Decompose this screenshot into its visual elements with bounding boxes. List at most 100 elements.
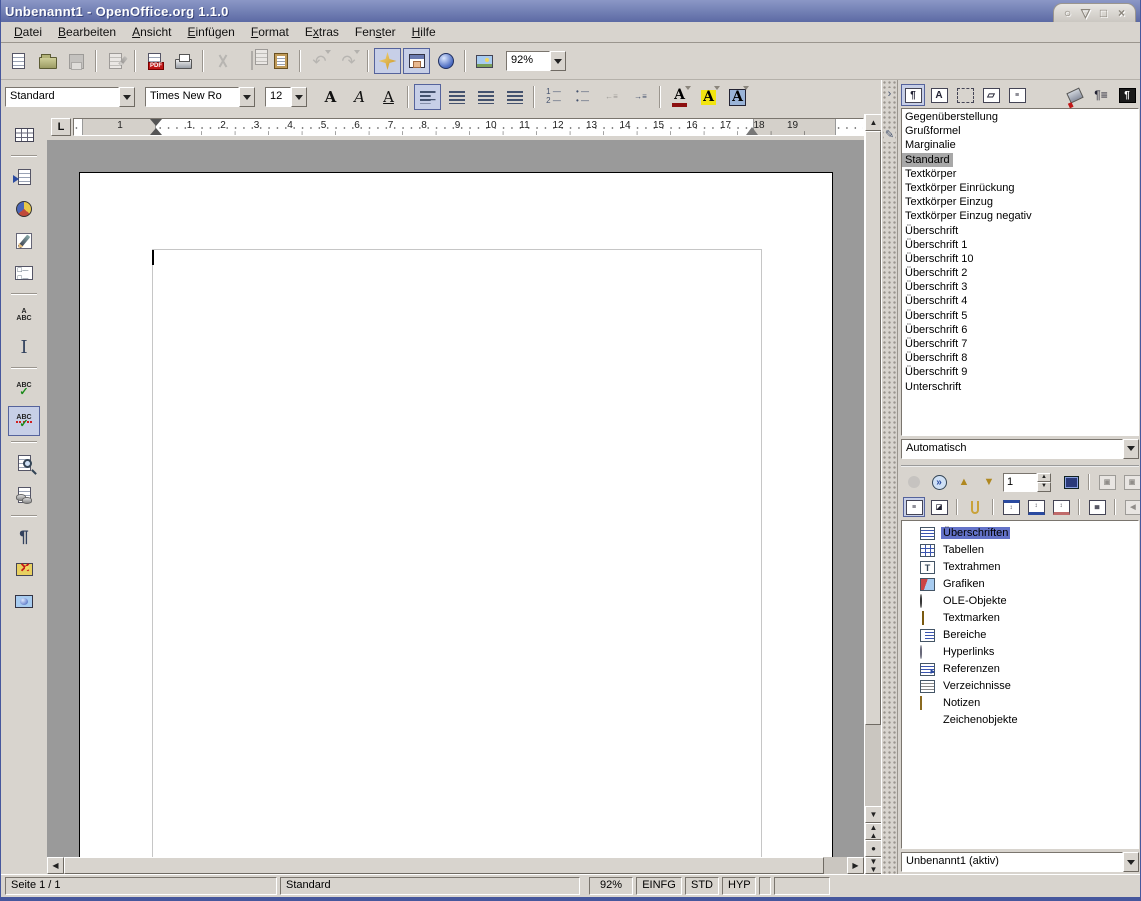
style-item[interactable]: Textkörper Einzug negativ — [902, 209, 1138, 223]
style-filter-dropdown-button[interactable] — [1123, 439, 1139, 459]
online-layout-button[interactable] — [8, 586, 40, 616]
font-name-value[interactable]: Times New Ro — [145, 87, 239, 107]
window-menu-icon[interactable]: ○ — [1060, 6, 1075, 21]
menu-format[interactable]: Format — [244, 23, 296, 41]
toggle-master-view-button[interactable] — [903, 472, 925, 492]
outline-level-button[interactable]: ≣ — [1086, 497, 1108, 517]
align-center-button[interactable] — [443, 84, 470, 110]
nav-item-notes[interactable]: Notizen — [920, 695, 1138, 712]
back-button[interactable]: ▲ — [953, 472, 975, 492]
hide-panel-icon[interactable]: › — [887, 88, 893, 101]
style-item[interactable]: Unterschrift — [902, 380, 1138, 394]
forward-button[interactable]: ▼ — [978, 472, 1000, 492]
nav-item-headings[interactable]: Überschriften — [920, 525, 1138, 542]
status-insert-mode[interactable]: EINFG — [636, 877, 682, 895]
cut-button[interactable] — [209, 48, 236, 74]
increase-indent-button[interactable]: →≡ — [627, 84, 654, 110]
style-item[interactable]: Überschrift 3 — [902, 280, 1138, 294]
font-size-dropdown-button[interactable] — [291, 87, 307, 107]
navigation-dot-button[interactable]: ● — [865, 840, 882, 857]
content-view-button[interactable]: ≡ — [903, 497, 925, 517]
style-item-selected[interactable]: Standard — [902, 153, 953, 167]
next-page-button[interactable]: ▼▼ — [865, 857, 882, 874]
navigator-document-dropdown-button[interactable] — [1123, 852, 1139, 872]
vertical-scrollbar[interactable]: ▲ ▼ ▲▲ ● ▼▼ — [864, 114, 881, 874]
left-indent-marker[interactable] — [150, 128, 162, 135]
highlight-button[interactable]: A — [695, 84, 722, 110]
style-item[interactable]: Überschrift 9 — [902, 365, 1138, 379]
gallery-button[interactable] — [432, 48, 459, 74]
frame-styles-button[interactable] — [953, 84, 977, 106]
status-selection-mode[interactable]: STD — [685, 877, 719, 895]
style-item[interactable]: Überschrift 5 — [902, 309, 1138, 323]
horizontal-ruler[interactable]: 1 1⊥2⊥3⊥4⊥5⊥6⊥7⊥8⊥9⊥10⊥11⊥12⊥13⊥14⊥15⊥16… — [73, 118, 864, 136]
style-item[interactable]: Textkörper Einrückung — [902, 181, 1138, 195]
status-zoom[interactable]: 92% — [589, 877, 633, 895]
style-dropdown-button[interactable] — [119, 87, 135, 107]
find-button[interactable] — [8, 448, 40, 478]
menu-ansicht[interactable]: Ansicht — [125, 23, 178, 41]
document-page[interactable] — [79, 172, 833, 857]
status-style[interactable]: Standard — [280, 877, 580, 895]
scroll-up-icon[interactable]: ▲ — [865, 114, 882, 131]
page-styles-button[interactable]: ▱ — [979, 84, 1003, 106]
set-reminder-button[interactable] — [964, 497, 986, 517]
style-item[interactable]: Grußformel — [902, 124, 1138, 138]
menu-bearbeiten[interactable]: Bearbeiten — [51, 23, 123, 41]
style-item[interactable]: Marginalie — [902, 138, 1138, 152]
numbering-styles-button[interactable]: ≡ — [1005, 84, 1029, 106]
page-down-icon[interactable]: ▼ — [1037, 482, 1051, 492]
document-workspace[interactable] — [47, 140, 864, 857]
insert-button[interactable] — [8, 162, 40, 192]
status-hyperlink-mode[interactable]: HYP — [722, 877, 756, 895]
style-item[interactable]: Gegenüberstellung — [902, 110, 1138, 124]
nav-item-bookmarks[interactable]: Textmarken — [920, 610, 1138, 627]
bullet-list-button[interactable]: • —• — — [569, 84, 596, 110]
copy-button[interactable] — [238, 48, 265, 74]
insert-table-button[interactable] — [8, 120, 40, 150]
menu-datei[interactable]: Datei — [7, 23, 49, 41]
style-filter-value[interactable]: Automatisch — [901, 439, 1123, 459]
page-up-icon[interactable]: ▲ — [1037, 473, 1051, 483]
horizontal-scroll-thumb[interactable] — [64, 857, 824, 874]
anchor-text-button[interactable]: ↕ — [1050, 497, 1072, 517]
nav-item-ole-objects[interactable]: OLE-Objekte — [920, 593, 1138, 610]
new-style-button[interactable]: ¶≡ — [1089, 84, 1113, 106]
paste-button[interactable] — [267, 48, 294, 74]
dock-pin-icon[interactable]: ✎ — [884, 129, 895, 142]
font-size-value[interactable]: 12 — [265, 87, 291, 107]
undo-button[interactable]: ↶ — [306, 48, 333, 74]
redo-button[interactable]: ↷ — [335, 48, 362, 74]
paragraph-styles-button[interactable]: ¶ — [901, 84, 925, 106]
scroll-left-icon[interactable]: ◀ — [47, 857, 64, 874]
menu-einfuegen[interactable]: Einfügen — [180, 23, 241, 41]
char-background-button[interactable]: A — [724, 84, 751, 110]
navigation-button[interactable]: » — [928, 472, 950, 492]
paragraph-style-value[interactable]: Standard — [5, 87, 119, 107]
footer-button[interactable]: ↕ — [1025, 497, 1047, 517]
direct-cursor-button[interactable]: I — [8, 332, 40, 362]
menu-hilfe[interactable]: Hilfe — [405, 23, 443, 41]
menu-extras[interactable]: Extras — [298, 23, 346, 41]
scroll-down-icon[interactable]: ▼ — [865, 806, 882, 823]
style-item[interactable]: Textkörper — [902, 167, 1138, 181]
tab-type-selector[interactable]: L — [51, 118, 71, 136]
edit-file-button[interactable] — [102, 48, 129, 74]
style-item[interactable]: Überschrift 6 — [902, 323, 1138, 337]
save-button[interactable] — [63, 48, 90, 74]
auto-spellcheck-button[interactable]: ABC✓ — [8, 406, 40, 436]
menu-fenster[interactable]: Fenster — [348, 23, 403, 41]
open-button[interactable] — [34, 48, 61, 74]
form-button[interactable]: ☐—☐— — [8, 258, 40, 288]
style-item[interactable]: Überschrift 1 — [902, 238, 1138, 252]
navigator-document-value[interactable]: Unbenannt1 (aktiv) — [901, 852, 1123, 872]
maximize-icon[interactable]: □ — [1096, 6, 1111, 21]
drag-mode-button[interactable] — [1060, 472, 1082, 492]
data-sources-button[interactable] — [8, 480, 40, 510]
bold-button[interactable]: A — [317, 84, 344, 110]
character-styles-button[interactable]: A — [927, 84, 951, 106]
images-toggle-button[interactable]: ✕ — [8, 554, 40, 584]
draw-functions-button[interactable] — [8, 226, 40, 256]
numbered-list-button[interactable]: 1 —2 — — [540, 84, 567, 110]
style-item[interactable]: Überschrift 2 — [902, 266, 1138, 280]
